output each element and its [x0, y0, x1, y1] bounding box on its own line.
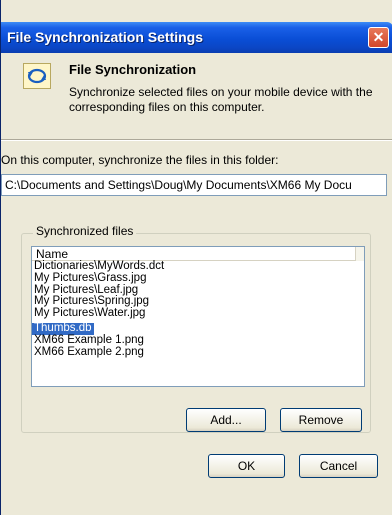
add-button[interactable]: Add... — [186, 408, 266, 432]
list-item[interactable]: My Pictures\Grass.jpg — [32, 272, 364, 285]
dialog-body: File Synchronization Synchronize selecte… — [1, 53, 392, 515]
header-description: Synchronize selected files on your mobil… — [69, 85, 373, 114]
remove-button[interactable]: Remove — [280, 408, 362, 432]
folder-label: On this computer, synchronize the files … — [1, 153, 279, 167]
column-header-label: Name — [36, 247, 69, 261]
close-icon: ✕ — [372, 29, 385, 45]
column-header-spacer — [355, 247, 364, 261]
header-title: File Synchronization — [69, 62, 197, 77]
settings-window: File Synchronization Settings ✕ File Syn… — [0, 0, 392, 515]
synchronized-files-label: Synchronized files — [33, 224, 137, 238]
list-item[interactable]: XM66 Example 2.png — [32, 346, 364, 359]
sync-icon — [23, 63, 51, 89]
cancel-button[interactable]: Cancel — [299, 454, 378, 478]
header-divider — [1, 139, 392, 141]
synchronized-files-list[interactable]: Name Dictionaries\MyWords.dct My Picture… — [31, 246, 365, 387]
window-title: File Synchronization Settings — [7, 29, 204, 45]
column-header-name[interactable]: Name — [32, 247, 364, 261]
list-item[interactable]: XM66 Example 1.png — [32, 334, 364, 347]
ok-button[interactable]: OK — [208, 454, 285, 478]
list-item[interactable]: My Pictures\Water.jpg — [32, 307, 364, 320]
title-bar[interactable]: File Synchronization Settings ✕ — [1, 22, 392, 53]
close-button[interactable]: ✕ — [368, 27, 389, 48]
folder-path-field[interactable]: C:\Documents and Settings\Doug\My Docume… — [1, 174, 387, 196]
list-item-selected[interactable]: Thumbs.db — [32, 322, 94, 335]
